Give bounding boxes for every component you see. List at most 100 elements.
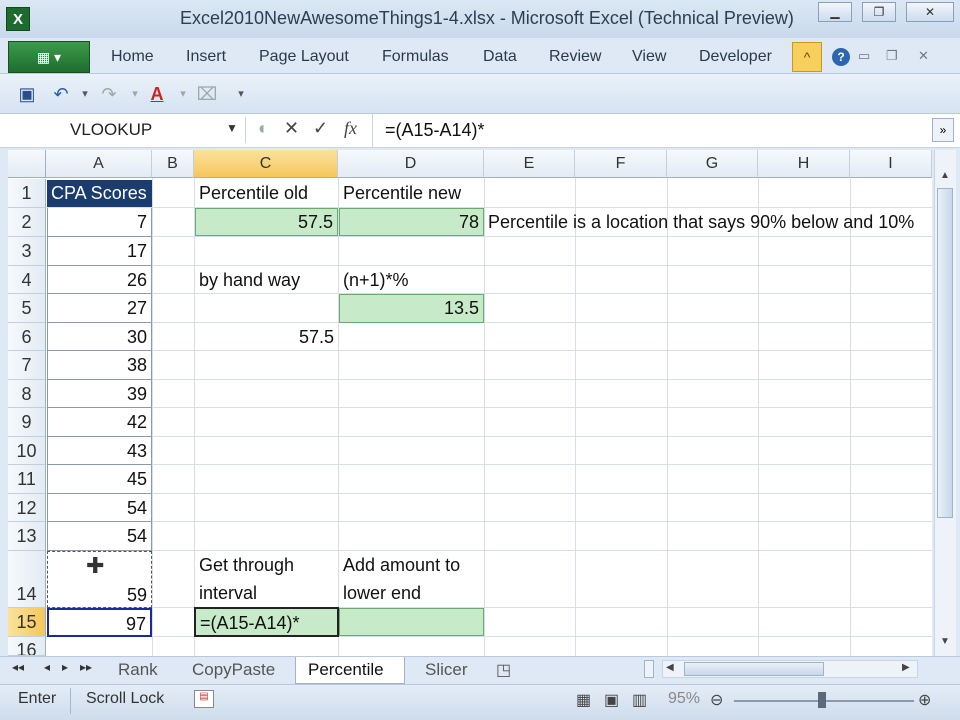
column-header-f[interactable]: F <box>575 150 667 178</box>
format-painter-icon[interactable]: ⌧ <box>194 82 220 106</box>
next-sheet-icon[interactable]: ▸ <box>62 660 68 674</box>
tab-split-handle[interactable] <box>644 660 654 678</box>
zoom-level[interactable]: 95% <box>668 690 700 708</box>
scroll-up-icon[interactable]: ▲ <box>936 170 954 184</box>
tab-view[interactable]: View <box>632 48 666 66</box>
cell-a13[interactable]: 54 <box>47 522 152 551</box>
column-header-e[interactable]: E <box>484 150 575 178</box>
expand-formula-bar-icon[interactable]: » <box>932 118 954 142</box>
file-button[interactable]: ▦ ▾ <box>8 41 90 73</box>
first-sheet-icon[interactable]: ◂◂ <box>12 660 24 674</box>
column-header-i[interactable]: I <box>850 150 932 178</box>
row-header-9[interactable]: 9 <box>8 408 46 437</box>
close-window-button[interactable]: ✕ <box>906 2 954 22</box>
cell-a12[interactable]: 54 <box>47 494 152 522</box>
vertical-scroll-thumb[interactable] <box>937 188 953 518</box>
insert-function-icon[interactable]: fx <box>344 118 357 139</box>
sheet-tab-slicer[interactable]: Slicer <box>425 660 468 680</box>
cell-a1[interactable]: CPA Scores <box>47 180 152 207</box>
row-header-10[interactable]: 10 <box>8 437 46 465</box>
ribbon-close-workbook-icon[interactable]: ✕ <box>918 48 929 64</box>
row-header-4[interactable]: 4 <box>8 266 46 294</box>
font-color-dropdown-icon[interactable]: ▾ <box>170 82 196 106</box>
sheet-tab-rank[interactable]: Rank <box>118 660 158 680</box>
horizontal-scroll-thumb[interactable] <box>684 662 824 676</box>
row-header-2[interactable]: 2 <box>8 208 46 237</box>
normal-view-icon[interactable]: ▦ <box>576 690 591 710</box>
enter-formula-icon[interactable]: ✓ <box>313 118 328 139</box>
cell-a15[interactable]: 97 <box>47 608 152 637</box>
row-header-3[interactable]: 3 <box>8 237 46 266</box>
last-sheet-icon[interactable]: ▸▸ <box>80 660 92 674</box>
tab-home[interactable]: Home <box>111 48 154 66</box>
cell-c1[interactable]: Percentile old <box>195 179 338 207</box>
cell-d15[interactable] <box>339 608 484 636</box>
scroll-right-icon[interactable]: ▶ <box>902 662 910 673</box>
tab-page-layout[interactable]: Page Layout <box>259 48 349 66</box>
cell-a6[interactable]: 30 <box>47 323 152 351</box>
zoom-in-icon[interactable]: ⊕ <box>918 690 931 710</box>
cell-a2[interactable]: 7 <box>47 208 152 237</box>
tab-insert[interactable]: Insert <box>186 48 226 66</box>
cell-d4[interactable]: (n+1)*% <box>339 266 484 294</box>
ribbon-minimize-window-icon[interactable]: ▭ <box>858 48 870 64</box>
cell-c6[interactable]: 57.5 <box>195 323 338 351</box>
sheet-tab-copypaste[interactable]: CopyPaste <box>192 660 275 680</box>
zoom-slider-thumb[interactable] <box>818 692 826 708</box>
insert-sheet-icon[interactable]: ◳ <box>496 660 511 680</box>
formula-bar-resize-icon[interactable]: ◖ <box>256 118 267 139</box>
cell-c15-active[interactable]: =(A15-A14)* <box>194 607 339 637</box>
cell-c14-line1[interactable]: Get through <box>195 551 338 579</box>
maximize-button[interactable]: ❐ <box>862 2 896 22</box>
select-all-corner[interactable] <box>8 150 46 178</box>
cell-a4[interactable]: 26 <box>47 266 152 294</box>
name-box[interactable]: VLOOKUP <box>8 117 246 143</box>
macro-record-icon[interactable]: ▤ <box>194 690 214 708</box>
help-icon[interactable]: ? <box>832 48 850 66</box>
row-header-15[interactable]: 15 <box>8 608 46 637</box>
formula-input[interactable]: =(A15-A14)* <box>372 114 930 148</box>
tab-review[interactable]: Review <box>549 48 601 66</box>
column-header-g[interactable]: G <box>667 150 758 178</box>
cell-d14-line2[interactable]: lower end <box>339 579 484 607</box>
page-break-view-icon[interactable]: ▥ <box>632 690 647 710</box>
cell-c14-line2[interactable]: interval <box>195 579 338 607</box>
row-header-8[interactable]: 8 <box>8 380 46 408</box>
cell-a9[interactable]: 42 <box>47 408 152 437</box>
ribbon-restore-window-icon[interactable]: ❐ <box>886 48 898 64</box>
font-color-icon[interactable]: A <box>144 82 170 106</box>
cell-c4[interactable]: by hand way <box>195 266 338 294</box>
tab-developer[interactable]: Developer <box>699 48 772 66</box>
cell-d2[interactable]: 78 <box>339 208 484 236</box>
cell-a10[interactable]: 43 <box>47 437 152 465</box>
cell-a8[interactable]: 39 <box>47 380 152 408</box>
scroll-left-icon[interactable]: ◀ <box>666 662 674 673</box>
cell-e2[interactable]: Percentile is a location that says 90% b… <box>484 208 930 236</box>
column-header-a[interactable]: A <box>46 150 152 178</box>
name-box-dropdown-icon[interactable]: ▼ <box>226 121 238 135</box>
redo-icon[interactable]: ↷ <box>96 82 122 106</box>
ribbon-minimize-icon[interactable]: ^ <box>792 42 822 72</box>
cell-a7[interactable]: 38 <box>47 351 152 380</box>
row-header-1[interactable]: 1 <box>8 179 46 208</box>
cell-d1[interactable]: Percentile new <box>339 179 484 207</box>
cell-d14-line1[interactable]: Add amount to <box>339 551 484 579</box>
scroll-down-icon[interactable]: ▼ <box>936 636 954 650</box>
row-header-12[interactable]: 12 <box>8 494 46 522</box>
column-header-h[interactable]: H <box>758 150 850 178</box>
cell-a5[interactable]: 27 <box>47 294 152 323</box>
column-header-d[interactable]: D <box>338 150 484 178</box>
column-header-b[interactable]: B <box>152 150 194 178</box>
undo-dropdown-icon[interactable]: ▾ <box>72 82 98 106</box>
cancel-formula-icon[interactable]: ✕ <box>284 118 299 139</box>
page-layout-view-icon[interactable]: ▣ <box>604 690 619 710</box>
undo-icon[interactable]: ↶ <box>48 82 74 106</box>
row-header-13[interactable]: 13 <box>8 522 46 551</box>
excel-app-icon[interactable]: X <box>6 7 30 31</box>
row-header-16[interactable]: 16 <box>8 637 46 656</box>
minimize-button[interactable]: ▁ <box>818 2 852 22</box>
row-header-5[interactable]: 5 <box>8 294 46 323</box>
cell-c2[interactable]: 57.5 <box>195 208 338 236</box>
row-header-7[interactable]: 7 <box>8 351 46 380</box>
column-header-c[interactable]: C <box>194 150 338 178</box>
